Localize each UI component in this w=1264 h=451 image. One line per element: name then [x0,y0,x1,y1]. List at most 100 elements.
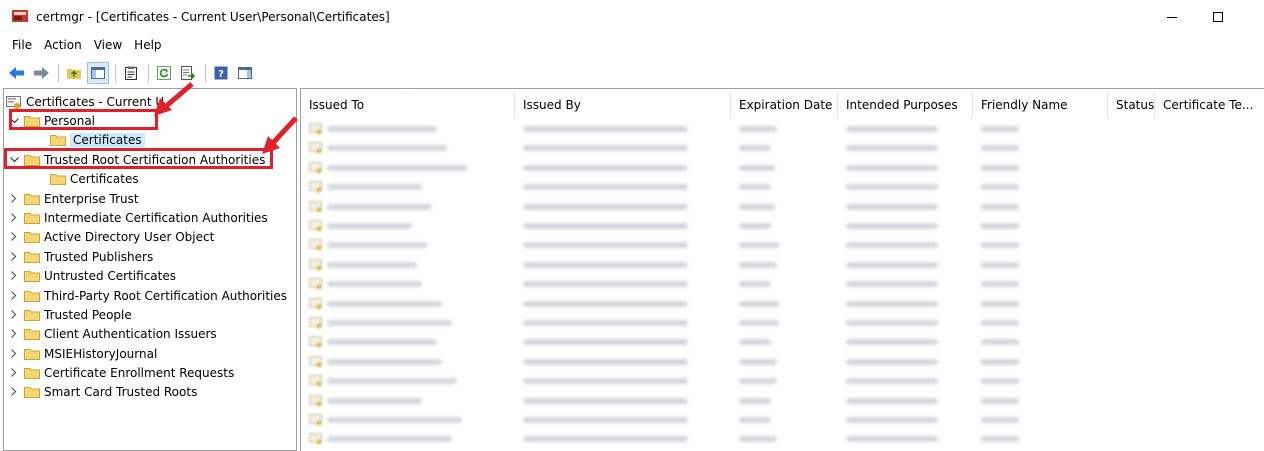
chevron-right-icon[interactable] [8,328,20,340]
window-title: certmgr - [Certificates - Current User\P… [36,10,390,24]
minimize-button[interactable] [1149,0,1195,34]
redacted-cell [981,300,1019,307]
column-header-status[interactable]: Status [1108,92,1155,118]
table-row[interactable] [301,371,1264,390]
redacted-cell [981,417,1019,423]
chevron-right-icon[interactable] [8,309,20,321]
tree-node-label: Certificate Enrollment Requests [44,365,235,380]
table-row[interactable] [301,332,1264,351]
table-row[interactable] [301,313,1264,332]
chevron-right-icon[interactable] [8,290,20,302]
column-header-issued-to[interactable]: Issued To ⌃ [301,92,515,118]
chevron-right-icon[interactable] [8,386,20,398]
column-header-label: Certificate Te... [1163,98,1254,112]
menu-action[interactable]: Action [38,36,88,56]
tree-node-trusted-people[interactable]: Trusted People [8,305,132,324]
annotation-arrow-icon [154,82,194,116]
redacted-cell [981,397,1019,404]
table-row[interactable] [301,352,1264,371]
tree-node-intermediate-ca[interactable]: Intermediate Certification Authorities [8,208,268,227]
table-row[interactable] [301,216,1264,235]
redacted-cell [327,436,452,443]
chevron-right-icon[interactable] [8,193,20,205]
table-row[interactable] [301,294,1264,313]
table-row[interactable] [301,274,1264,293]
table-row[interactable] [301,235,1264,254]
menu-help[interactable]: Help [128,36,167,56]
forward-button[interactable] [30,62,52,84]
folder-icon [24,309,40,321]
redacted-cell [523,417,688,423]
table-row[interactable] [301,410,1264,429]
redacted-cell [981,184,1019,191]
redacted-cell [739,184,771,191]
table-row[interactable] [301,138,1264,157]
tree-node-smart-card-trusted-roots[interactable]: Smart Card Trusted Roots [8,382,197,401]
certmgr-app-icon[interactable] [12,9,30,23]
table-row[interactable] [301,255,1264,274]
tree-node-trusted-root-certificates[interactable]: Certificates [50,169,139,188]
table-row[interactable] [301,119,1264,138]
certificates-snapin-icon [6,95,22,109]
redacted-cell [846,223,938,229]
chevron-right-icon[interactable] [8,367,20,379]
certificate-list-pane[interactable]: Issued To ⌃ Issued By Expiration Date In… [300,88,1264,451]
tree-node-enterprise-trust[interactable]: Enterprise Trust [8,189,139,208]
table-row[interactable] [301,177,1264,196]
tree-node-client-authentication-issuers[interactable]: Client Authentication Issuers [8,324,217,343]
up-folder-icon [67,69,81,79]
up-one-level-button[interactable] [63,62,85,84]
maximize-button[interactable] [1195,0,1241,34]
column-header-issued-by[interactable]: Issued By [515,92,731,118]
table-row[interactable] [301,429,1264,448]
toolbar-separator [115,64,116,82]
console-tree-pane[interactable]: Certificates - Current U Personal Certif… [3,88,297,451]
redacted-cell [981,145,1019,152]
menu-view[interactable]: View [88,36,128,56]
redacted-cell [846,281,938,288]
redacted-cell [846,320,938,326]
menu-bar: File Action View Help [0,36,168,56]
redacted-cell [523,320,688,326]
tree-node-label: Smart Card Trusted Roots [44,384,198,399]
redacted-cell [981,164,1019,171]
show-hide-action-pane-button[interactable] [234,62,256,84]
chevron-right-icon[interactable] [8,348,20,360]
redacted-cell [327,242,427,249]
tree-node-third-party-root-ca[interactable]: Third-Party Root Certification Authoriti… [8,286,287,305]
redacted-cell [523,261,688,268]
properties-button[interactable] [120,62,142,84]
tree-node-personal-certificates[interactable]: Certificates [50,130,145,149]
menu-file[interactable]: File [0,36,38,56]
table-row[interactable] [301,391,1264,410]
redacted-cell [846,339,938,346]
show-hide-console-tree-button[interactable] [87,62,109,84]
column-header-certificate-template[interactable]: Certificate Te... [1155,92,1264,118]
column-header-label: Issued To [309,98,365,112]
tree-node-msie-history-journal[interactable]: MSIEHistoryJournal [8,344,157,363]
redacted-cell [523,378,688,385]
show-hide-action-pane-icon [238,67,252,79]
redacted-cell [327,358,442,365]
tree-node-active-directory-user-object[interactable]: Active Directory User Object [8,227,214,246]
table-row[interactable] [301,158,1264,177]
column-header-label: Intended Purposes [846,98,958,112]
show-hide-tree-icon [91,67,105,79]
properties-icon [125,66,137,80]
chevron-right-icon[interactable] [8,231,20,243]
column-header-intended-purposes[interactable]: Intended Purposes [838,92,973,118]
chevron-right-icon[interactable] [8,251,20,263]
folder-icon [24,270,40,282]
certificate-icon [309,181,322,193]
chevron-right-icon[interactable] [8,212,20,224]
column-header-expiration-date[interactable]: Expiration Date [731,92,838,118]
redacted-cell [739,358,777,365]
chevron-right-icon[interactable] [8,270,20,282]
tree-node-untrusted-certificates[interactable]: Untrusted Certificates [8,266,176,285]
table-row[interactable] [301,197,1264,216]
tree-node-certificate-enrollment-requests[interactable]: Certificate Enrollment Requests [8,363,234,382]
back-button[interactable] [6,62,28,84]
column-header-friendly-name[interactable]: Friendly Name [973,92,1108,118]
tree-node-trusted-publishers[interactable]: Trusted Publishers [8,247,153,266]
help-button[interactable]: ? [210,62,232,84]
